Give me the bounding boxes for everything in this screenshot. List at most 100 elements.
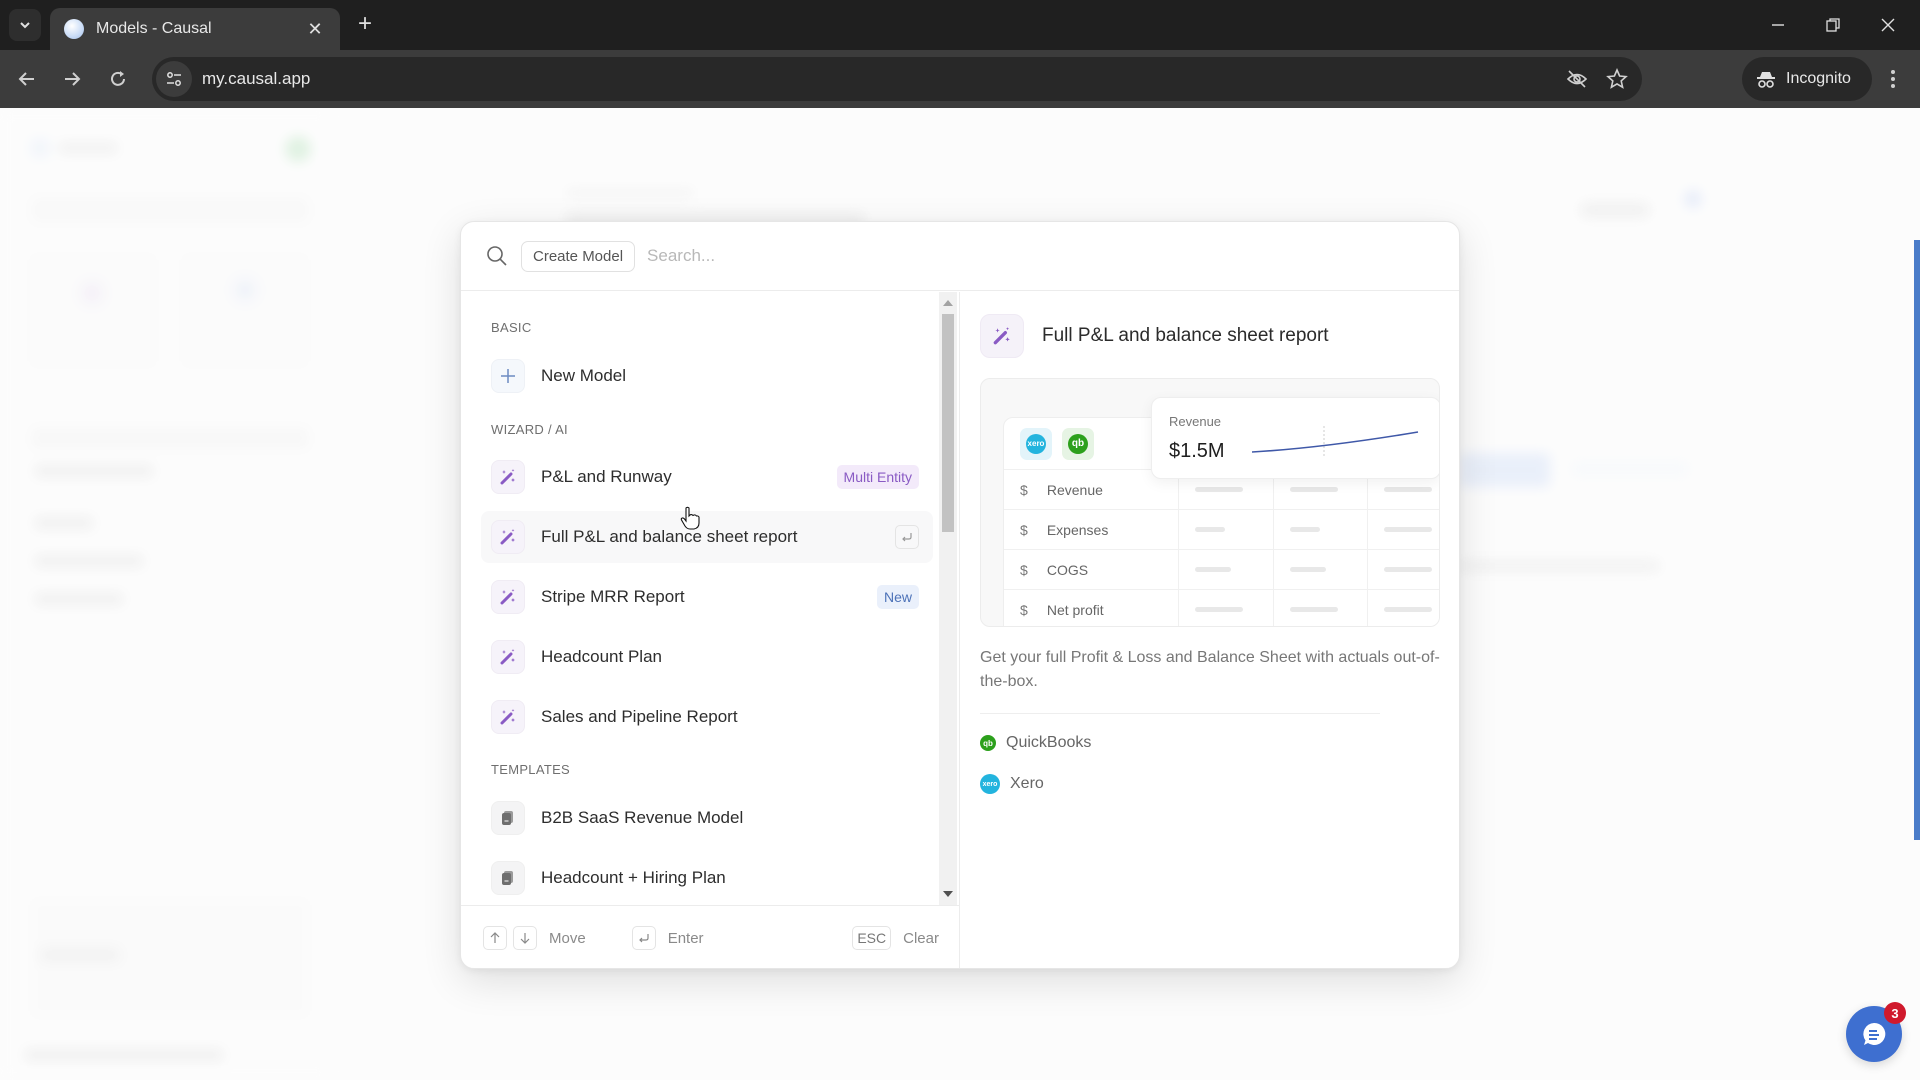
address-bar[interactable]: my.causal.app [152, 57, 1642, 101]
item-label: New Model [541, 366, 627, 385]
magic-wand-icon [491, 580, 525, 614]
results-scrollbar[interactable] [939, 292, 957, 905]
restore-button[interactable] [1811, 10, 1855, 40]
integration-quickbooks: qb QuickBooks [980, 734, 1091, 752]
reload-icon [111, 71, 125, 86]
search-input[interactable] [647, 246, 1459, 266]
site-info-button[interactable] [156, 61, 192, 97]
new-badge: New [876, 585, 919, 609]
document-icon [491, 801, 525, 835]
magic-wand-icon [491, 700, 525, 734]
dollar-icon: $ [1020, 521, 1028, 538]
xero-logo-icon: xero [1020, 427, 1052, 460]
enter-hint: Enter [667, 929, 704, 947]
dollar-icon: $ [1020, 601, 1028, 618]
reload-button[interactable] [103, 64, 133, 94]
list-item-sales-pipeline[interactable]: Sales and Pipeline Report [481, 691, 933, 743]
tab-search-button[interactable] [9, 9, 41, 41]
incognito-label: Incognito [1786, 70, 1851, 87]
multi-entity-badge: Multi Entity [836, 465, 919, 489]
page-scrollbar[interactable] [1914, 240, 1920, 840]
plus-icon [491, 359, 525, 393]
minimize-button[interactable] [1756, 10, 1800, 40]
integration-name: QuickBooks [1006, 734, 1092, 751]
preview-illustration: xero qb $ Revenue $ Expenses $ COGS $ Ne… [980, 378, 1440, 627]
incognito-icon [1757, 72, 1775, 88]
preview-divider [980, 713, 1380, 714]
quickbooks-logo-icon: qb [980, 735, 996, 751]
list-item-new-model[interactable]: New Model [481, 350, 933, 402]
tune-icon [167, 72, 181, 86]
quickbooks-logo-icon: qb [1062, 427, 1094, 460]
clear-hint[interactable]: Clear [903, 930, 939, 947]
arrow-right-icon [65, 72, 81, 86]
arrow-left-icon [18, 72, 34, 86]
search-icon [487, 246, 507, 266]
list-item-headcount-plan[interactable]: Headcount Plan [481, 631, 933, 683]
more-vertical-icon [1891, 70, 1895, 88]
xero-logo-icon: xero [980, 774, 1000, 794]
list-item-stripe-mrr[interactable]: Stripe MRR Report New [481, 571, 933, 623]
preview-title: Full P&L and balance sheet report [1042, 325, 1329, 346]
browser-menu-button[interactable] [1878, 64, 1908, 94]
row-name: Revenue [1046, 481, 1103, 498]
scrollbar-thumb[interactable] [942, 314, 954, 532]
magic-wand-icon [491, 640, 525, 674]
preview-row: $ COGS [1004, 549, 1439, 590]
browser-titlebar: Models - Causal ✕ + [0, 0, 1920, 50]
section-label-basic: BASIC [491, 320, 532, 335]
list-item-headcount-hiring[interactable]: Headcount + Hiring Plan [481, 852, 933, 904]
section-label-templates: TEMPLATES [491, 762, 571, 777]
scroll-up-icon[interactable] [943, 300, 953, 306]
item-label: P&L and Runway [541, 467, 672, 486]
scroll-down-icon[interactable] [943, 891, 953, 897]
search-row: Create Model [461, 222, 1459, 291]
keyboard-hints: Move Enter ESC Clear [461, 905, 959, 968]
enter-key-icon [631, 926, 656, 950]
preview-pane: Full P&L and balance sheet report xero q… [960, 292, 1459, 968]
item-label: Headcount Plan [541, 647, 662, 666]
tracking-protection-button[interactable] [1562, 64, 1592, 94]
favicon-icon [64, 19, 84, 39]
eye-off-icon [1566, 70, 1588, 88]
hand-cursor-icon [680, 506, 700, 530]
arrow-down-key-icon [513, 926, 537, 950]
url-text[interactable]: my.causal.app [202, 69, 1562, 89]
item-label: Full P&L and balance sheet report [541, 527, 798, 546]
magic-wand-icon [491, 460, 525, 494]
chevron-down-icon [20, 22, 30, 29]
revenue-label: Revenue [1169, 414, 1222, 429]
dollar-icon: $ [1020, 481, 1028, 498]
forward-button[interactable] [57, 64, 87, 94]
magic-wand-icon [980, 314, 1024, 358]
preview-header: Full P&L and balance sheet report [980, 314, 1329, 358]
browser-tab[interactable]: Models - Causal ✕ [50, 8, 340, 50]
revenue-sparkline [1252, 426, 1419, 456]
bookmark-button[interactable] [1602, 64, 1632, 94]
create-model-dialog: Create Model BASIC New Model WIZARD / AI… [460, 221, 1460, 969]
document-icon [491, 861, 525, 895]
row-name: Expenses [1046, 521, 1109, 538]
browser-toolbar: my.causal.app Incognito [0, 50, 1920, 108]
results-list: BASIC New Model WIZARD / AI P&L and Runw… [461, 292, 959, 905]
item-label: Stripe MRR Report [541, 587, 685, 606]
preview-row: $ Expenses [1004, 509, 1439, 550]
restore-icon [1826, 18, 1840, 32]
section-label-wizard: WIZARD / AI [491, 422, 568, 437]
enter-key-icon [895, 525, 919, 549]
incognito-indicator[interactable]: Incognito [1742, 57, 1872, 101]
scope-chip[interactable]: Create Model [521, 240, 636, 272]
chat-bubble-icon [1863, 1022, 1886, 1045]
back-button[interactable] [12, 64, 42, 94]
close-tab-icon[interactable]: ✕ [304, 19, 326, 40]
magic-wand-icon [491, 520, 525, 554]
list-item-b2b-saas[interactable]: B2B SaaS Revenue Model [481, 792, 933, 844]
item-label: B2B SaaS Revenue Model [541, 808, 744, 827]
list-item-pl-runway[interactable]: P&L and Runway Multi Entity [481, 451, 933, 503]
new-tab-button[interactable]: + [352, 12, 378, 38]
close-window-button[interactable] [1866, 10, 1910, 40]
row-name: Net profit [1046, 601, 1104, 618]
row-name: COGS [1046, 561, 1089, 578]
minimize-icon [1772, 24, 1784, 26]
list-item-full-pl-balance-sheet[interactable]: Full P&L and balance sheet report [481, 511, 933, 563]
